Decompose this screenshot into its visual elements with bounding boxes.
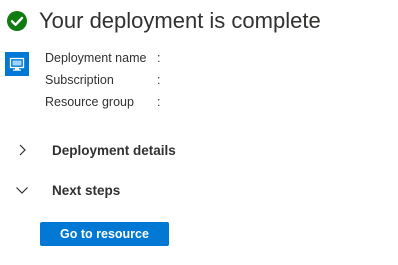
next-steps-label: Next steps <box>52 182 121 198</box>
deployment-info: Deployment name : Subscription : Resourc… <box>45 47 167 113</box>
info-row-subscription: Subscription : <box>45 69 167 91</box>
chevron-right-icon <box>14 142 30 158</box>
deployment-name-separator: : <box>157 51 161 65</box>
subscription-label: Subscription <box>45 73 114 87</box>
info-row-deployment-name: Deployment name : <box>45 47 167 69</box>
resource-group-label: Resource group <box>45 95 134 109</box>
deployment-overview: Your deployment is complete Deployment n… <box>0 0 398 265</box>
chevron-down-icon <box>14 182 30 198</box>
next-steps-toggle[interactable]: Next steps <box>14 179 120 201</box>
resource-group-separator: : <box>157 95 161 109</box>
go-to-resource-button[interactable]: Go to resource <box>40 222 169 246</box>
page-title: Your deployment is complete <box>39 8 321 33</box>
deployment-details-label: Deployment details <box>52 142 176 158</box>
check-circle-icon <box>6 10 28 32</box>
virtual-machine-icon <box>5 52 29 76</box>
subscription-separator: : <box>157 73 161 87</box>
page-header: Your deployment is complete <box>6 7 321 35</box>
deployment-details-toggle[interactable]: Deployment details <box>14 139 176 161</box>
info-row-resource-group: Resource group : <box>45 91 167 113</box>
deployment-name-label: Deployment name <box>45 51 147 65</box>
